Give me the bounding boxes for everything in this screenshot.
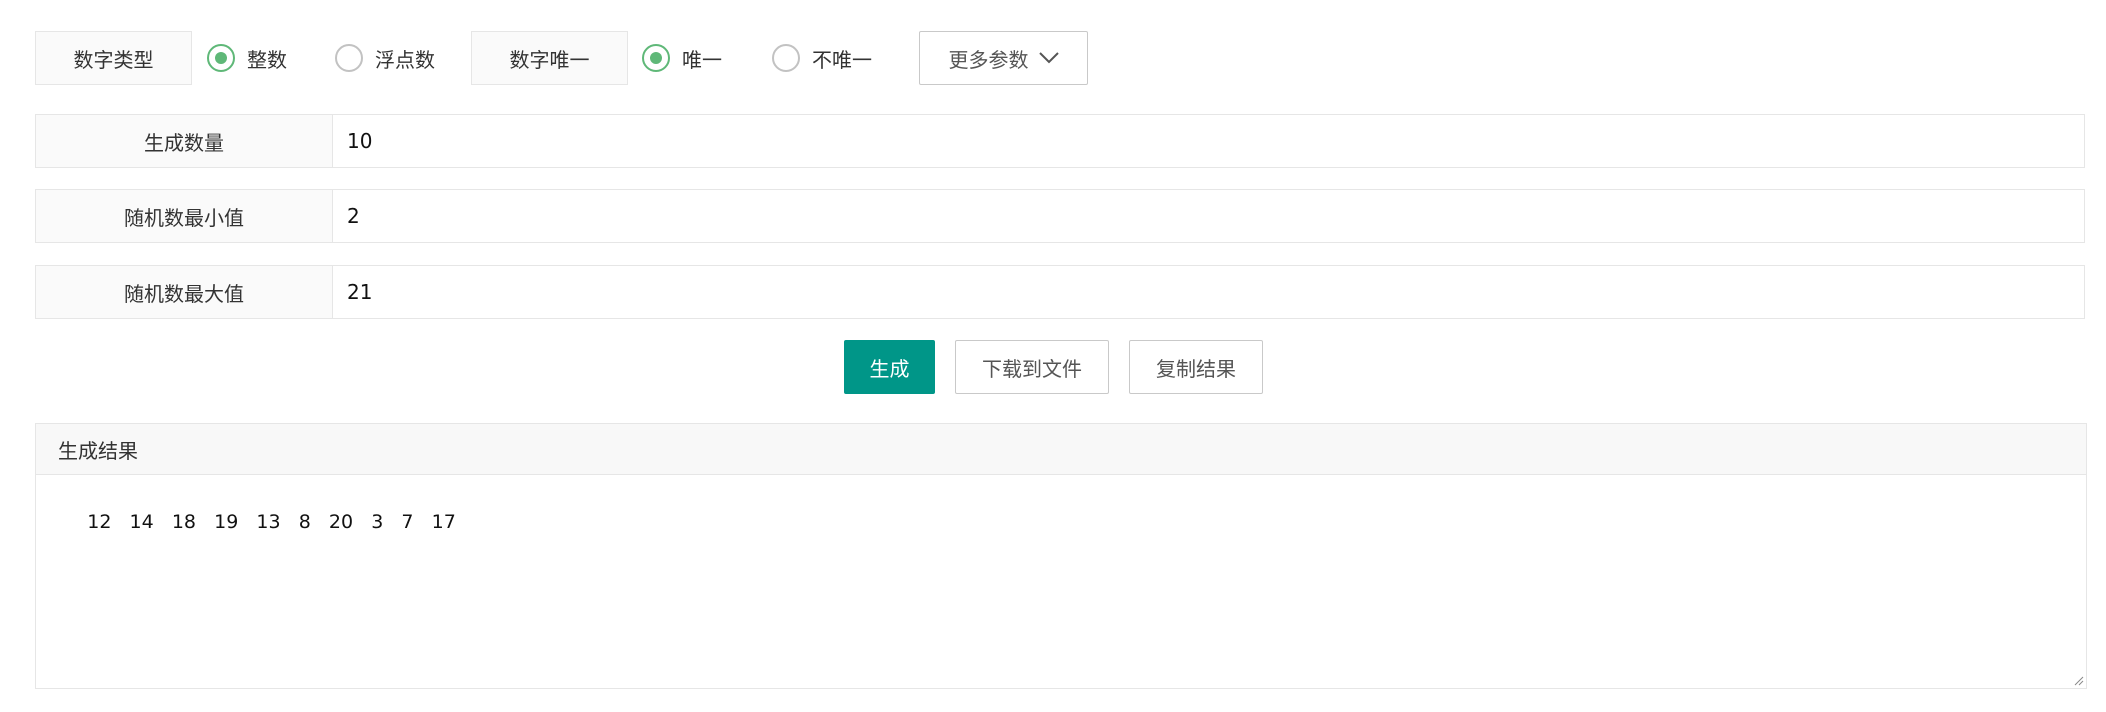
radio-float[interactable]: 浮点数 bbox=[335, 44, 435, 73]
radio-unique[interactable]: 唯一 bbox=[642, 44, 722, 73]
count-input[interactable]: 10 bbox=[333, 115, 2084, 167]
radio-integer-label: 整数 bbox=[247, 47, 287, 72]
chevron-down-icon bbox=[1038, 52, 1059, 64]
download-button[interactable]: 下载到文件 bbox=[955, 340, 1109, 394]
number-type-label: 数字类型 bbox=[35, 31, 192, 85]
radio-not-unique[interactable]: 不唯一 bbox=[772, 44, 872, 73]
max-label: 随机数最大值 bbox=[36, 266, 333, 318]
more-params-label: 更多参数 bbox=[948, 47, 1029, 72]
generate-button[interactable]: 生成 bbox=[844, 340, 935, 394]
result-panel: 生成结果 12 14 18 19 13 8 20 3 7 17 bbox=[35, 423, 2087, 689]
copy-button[interactable]: 复制结果 bbox=[1129, 340, 1263, 394]
count-field: 生成数量 10 bbox=[35, 114, 2085, 168]
min-label: 随机数最小值 bbox=[36, 190, 333, 242]
number-unique-label: 数字唯一 bbox=[471, 31, 628, 85]
result-textarea[interactable]: 12 14 18 19 13 8 20 3 7 17 bbox=[36, 475, 2086, 688]
options-row: 数字类型 整数 浮点数 数字唯一 唯一 不唯一 更多参数 bbox=[35, 31, 1088, 85]
max-field: 随机数最大值 21 bbox=[35, 265, 2085, 319]
radio-not-unique-label: 不唯一 bbox=[812, 47, 872, 72]
max-input[interactable]: 21 bbox=[333, 266, 2084, 318]
min-field: 随机数最小值 2 bbox=[35, 189, 2085, 243]
count-label: 生成数量 bbox=[36, 115, 333, 167]
radio-circle-icon bbox=[335, 44, 363, 72]
radio-float-label: 浮点数 bbox=[375, 47, 435, 72]
resize-grip-icon[interactable] bbox=[2072, 674, 2084, 686]
radio-unique-label: 唯一 bbox=[682, 47, 722, 72]
radio-integer[interactable]: 整数 bbox=[207, 44, 287, 73]
min-input[interactable]: 2 bbox=[333, 190, 2084, 242]
result-title: 生成结果 bbox=[36, 424, 2086, 475]
more-params-button[interactable]: 更多参数 bbox=[919, 31, 1088, 85]
radio-circle-icon bbox=[642, 44, 670, 72]
random-number-generator: 数字类型 整数 浮点数 数字唯一 唯一 不唯一 更多参数 生成数量 10 随机数… bbox=[0, 0, 2106, 712]
result-content: 12 14 18 19 13 8 20 3 7 17 bbox=[87, 511, 456, 533]
radio-circle-icon bbox=[207, 44, 235, 72]
radio-circle-icon bbox=[772, 44, 800, 72]
action-buttons: 生成 下载到文件 复制结果 bbox=[844, 340, 1263, 394]
